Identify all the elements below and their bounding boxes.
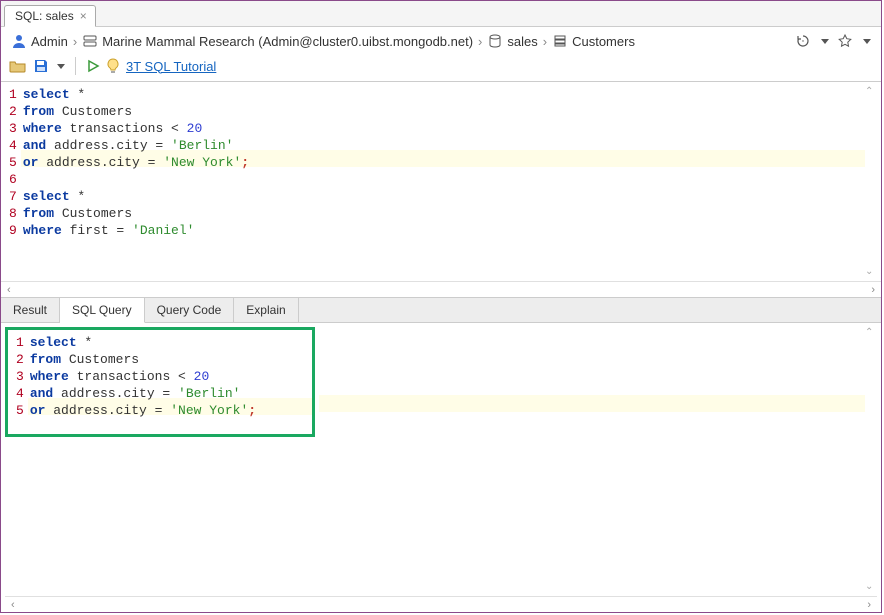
result-tab-result[interactable]: Result bbox=[1, 298, 60, 322]
toolbar-divider bbox=[75, 57, 76, 75]
breadcrumb-database[interactable]: sales bbox=[487, 33, 537, 49]
history-dropdown-caret[interactable] bbox=[821, 39, 829, 44]
star-icon[interactable] bbox=[837, 33, 853, 49]
highlight-extension bbox=[319, 395, 865, 412]
breadcrumb: Admin › Marine Mammal Research (Admin@cl… bbox=[1, 27, 881, 55]
server-icon bbox=[82, 33, 98, 49]
result-tab-query-code[interactable]: Query Code bbox=[145, 298, 235, 322]
editor-horizontal-scroll[interactable]: ‹› bbox=[1, 281, 881, 297]
breadcrumb-collection[interactable]: Customers bbox=[552, 33, 635, 49]
star-dropdown-caret[interactable] bbox=[863, 39, 871, 44]
vertical-scroll-indicator[interactable]: ⌃⌄ bbox=[865, 86, 879, 277]
result-blank-area bbox=[319, 323, 881, 612]
save-dropdown-caret[interactable] bbox=[57, 64, 65, 69]
save-icon[interactable] bbox=[33, 58, 49, 74]
chevron-right-icon: › bbox=[543, 34, 547, 49]
chevron-right-icon: › bbox=[73, 34, 77, 49]
result-vertical-scroll-indicator[interactable]: ⌃⌄ bbox=[865, 327, 879, 592]
document-tabbar: SQL: sales × bbox=[1, 1, 881, 27]
result-horizontal-scroll[interactable]: ‹› bbox=[5, 596, 877, 612]
editor-gutter: 123456789 bbox=[1, 82, 21, 281]
run-icon[interactable] bbox=[86, 59, 100, 73]
close-icon[interactable]: × bbox=[80, 9, 87, 23]
result-pane: 12345 select *from Customerswhere transa… bbox=[1, 323, 881, 612]
user-icon bbox=[11, 33, 27, 49]
editor-code[interactable]: select *from Customerswhere transactions… bbox=[21, 82, 865, 281]
chevron-right-icon: › bbox=[478, 34, 482, 49]
result-editor-gutter: 12345 bbox=[8, 330, 28, 423]
sql-editor[interactable]: 123456789 select *from Customerswhere tr… bbox=[1, 81, 881, 281]
collection-icon bbox=[552, 33, 568, 49]
toolbar: 3T SQL Tutorial bbox=[1, 55, 881, 81]
result-editor-code[interactable]: select *from Customerswhere transactions… bbox=[28, 330, 312, 423]
database-icon bbox=[487, 33, 503, 49]
open-folder-icon[interactable] bbox=[9, 58, 27, 74]
result-tabbar: ResultSQL QueryQuery CodeExplain bbox=[1, 297, 881, 323]
lightbulb-icon[interactable] bbox=[106, 58, 120, 74]
result-tab-sql-query[interactable]: SQL Query bbox=[60, 298, 145, 323]
app-window: SQL: sales × Admin › Marine Mammal Resea… bbox=[0, 0, 882, 613]
tab-title: SQL: sales bbox=[15, 9, 74, 23]
tutorial-link[interactable]: 3T SQL Tutorial bbox=[126, 59, 216, 74]
result-tab-explain[interactable]: Explain bbox=[234, 298, 298, 322]
sql-query-highlight-box: 12345 select *from Customerswhere transa… bbox=[5, 327, 315, 437]
breadcrumb-user[interactable]: Admin bbox=[11, 33, 68, 49]
document-tab-sql-sales[interactable]: SQL: sales × bbox=[4, 5, 96, 27]
history-icon[interactable] bbox=[795, 33, 811, 49]
breadcrumb-connection[interactable]: Marine Mammal Research (Admin@cluster0.u… bbox=[82, 33, 473, 49]
